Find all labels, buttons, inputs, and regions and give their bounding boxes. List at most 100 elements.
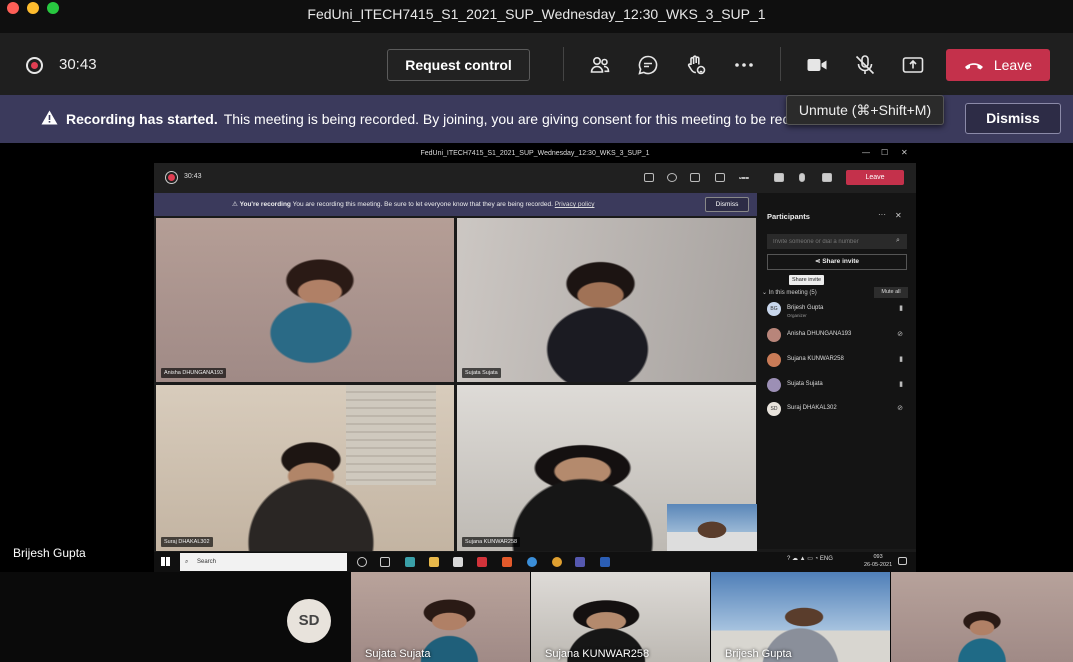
shared-more-icon [739, 177, 749, 179]
shared-rooms-icon [715, 173, 725, 182]
meeting-timer: 30:43 [59, 56, 97, 73]
mic-muted-icon: ⊘ [897, 331, 903, 338]
clock-date: 26-05-2021 [864, 562, 893, 568]
avatar [767, 353, 781, 367]
participant-row: SD Suraj DHAKAL302 ⊘ [767, 400, 907, 418]
file-explorer-icon [429, 557, 439, 567]
mic-muted-icon: ⊘ [897, 405, 903, 412]
unmute-tooltip: Unmute (⌘+Shift+M) [786, 95, 944, 125]
avatar [767, 378, 781, 392]
chrome-icon [552, 557, 562, 567]
taskbar-clock: 093 26-05-2021 [864, 553, 892, 569]
video-tile[interactable]: Sujana KUNWAR258 [531, 572, 710, 662]
avatar[interactable]: SD [287, 599, 331, 643]
window-titlebar: FedUni_ITECH7415_S1_2021_SUP_Wednesday_1… [0, 0, 1073, 33]
people-icon[interactable] [588, 53, 612, 77]
shared-share-icon [822, 173, 832, 182]
mic-muted-icon[interactable] [853, 53, 877, 77]
invite-input [767, 234, 907, 249]
participant-name: Brijesh Gupta [787, 305, 824, 311]
more-icon[interactable] [732, 53, 756, 77]
search-icon: ⌕ [896, 237, 900, 244]
shared-dismiss-button: Dismiss [705, 197, 749, 212]
leave-button[interactable]: Leave [946, 49, 1050, 81]
shared-hand-icon [690, 173, 700, 182]
tray-icons: ? ☁ ▲ ▭ ◔ [787, 556, 820, 562]
shared-recording-icon [168, 174, 175, 181]
chat-icon[interactable] [636, 53, 660, 77]
video-tile: Suraj DHAKAL302 [156, 385, 454, 551]
share-invite-label: Share invite [822, 258, 860, 265]
clock-time: 093 [873, 554, 883, 560]
avatar: BG [767, 302, 781, 316]
share-tray-icon[interactable] [901, 53, 925, 77]
recording-icon [26, 57, 43, 74]
participant-name: Sujana KUNWAR258 [787, 356, 844, 362]
tile-name: Suraj DHAKAL302 [161, 537, 213, 547]
shared-camera-icon [774, 173, 784, 182]
mic-icon: ▮ [899, 356, 903, 363]
participants-title: Participants [767, 212, 810, 221]
presenter-name: Brijesh Gupta [13, 546, 86, 560]
share-invite-tooltip: Share invite [789, 275, 825, 285]
tile-name: Brijesh Gupta [725, 648, 792, 660]
window-title: FedUni_ITECH7415_S1_2021_SUP_Wednesday_1… [307, 6, 766, 22]
shared-screen: FedUni_ITECH7415_S1_2021_SUP_Wednesday_1… [154, 144, 916, 572]
camera-icon[interactable] [805, 53, 829, 77]
mic-icon: ▮ [899, 305, 903, 312]
video-tile: Anisha DHUNGANA193 [156, 218, 454, 382]
avatar: SD [767, 402, 781, 416]
shared-banner-text: You are recording this meeting. Be sure … [292, 201, 553, 208]
dismiss-button[interactable]: Dismiss [965, 103, 1061, 134]
taskbar-search-placeholder: Search [197, 559, 217, 565]
participant-strip: SD Sujata Sujata Sujana KUNWAR258 Brijes… [0, 572, 1073, 662]
shared-maximize-icon: ☐ [881, 148, 889, 157]
teams-icon [575, 557, 585, 567]
tray-language: ENG [819, 556, 833, 562]
tile-name: Sujata Sujata [462, 368, 501, 378]
shared-minimize-icon: — [862, 148, 870, 157]
video-tile[interactable] [891, 572, 1073, 662]
app-icon [453, 557, 463, 567]
word-icon [600, 557, 610, 567]
self-preview-tile [667, 504, 757, 551]
edge-icon [527, 557, 537, 567]
request-control-button[interactable]: Request control [387, 49, 530, 81]
shared-banner-message: ⚠ You're recording You are recording thi… [232, 201, 595, 208]
app-icon [477, 557, 487, 567]
tile-name: Anisha DHUNGANA193 [161, 368, 226, 378]
shared-toolbar: 30:43 Leave [154, 163, 916, 193]
app-icon [405, 557, 415, 567]
video-tile[interactable]: Sujata Sujata [351, 572, 530, 662]
leave-label: Leave [993, 57, 1033, 73]
shared-chat-icon [667, 173, 677, 182]
shared-banner-title: You're recording [239, 201, 291, 208]
panel-close-icon: ✕ [895, 211, 902, 220]
in-meeting-label: In this meeting (5) [768, 290, 817, 296]
avatar [767, 328, 781, 342]
participants-panel: Participants ··· ✕ ⌕ ⋖ Share invite Shar… [757, 193, 916, 549]
task-view-icon [380, 557, 390, 567]
video-tile: Sujata Sujata [457, 218, 756, 382]
search-icon: ⌕ [185, 559, 189, 565]
video-tile[interactable]: Brijesh Gupta [711, 572, 890, 662]
cortana-icon [357, 557, 367, 567]
banner-title: Recording has started. [66, 111, 218, 127]
participant-name: Suraj DHAKAL302 [787, 405, 837, 411]
panel-more-icon: ··· [878, 210, 886, 219]
shared-timer: 30:43 [184, 173, 202, 180]
raise-hand-icon[interactable] [684, 53, 708, 77]
participant-role: Organizer [787, 313, 807, 318]
tile-name: Sujata Sujata [365, 648, 431, 660]
phone-hangup-icon [964, 63, 983, 70]
banner-text: This meeting is being recorded. By joini… [223, 111, 790, 127]
notifications-icon [898, 557, 907, 565]
shared-people-icon [644, 173, 654, 182]
system-tray: ? ☁ ▲ ▭ ◔ ENG [787, 555, 833, 562]
privacy-policy-link: Privacy policy [554, 201, 595, 208]
shared-window-title: FedUni_ITECH7415_S1_2021_SUP_Wednesday_1… [154, 144, 916, 163]
taskbar-search: ⌕ Search [180, 553, 347, 571]
participant-row: Sujata Sujata ▮ [767, 376, 907, 394]
banner-message: Recording has started. This meeting is be… [66, 111, 796, 127]
warning-icon [41, 110, 58, 125]
